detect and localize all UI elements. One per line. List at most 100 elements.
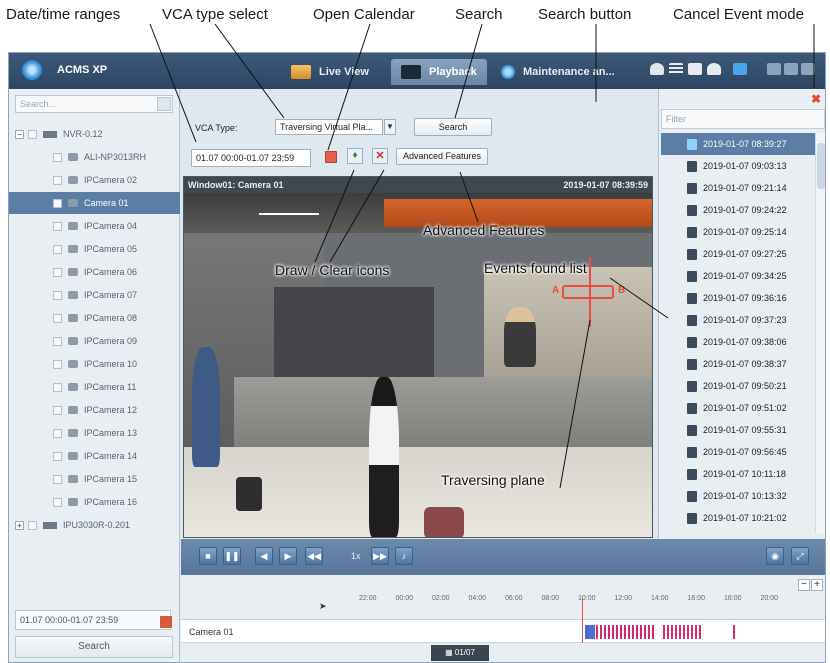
chevron-down-icon[interactable]: ▼ [384,119,396,135]
close-window-icon[interactable] [801,63,815,75]
pause-icon[interactable]: ❚❚ [223,547,241,565]
tree-item[interactable]: Camera 01 [9,192,180,214]
minimize-icon[interactable] [767,63,781,75]
fast-icon[interactable]: ▶▶ [371,547,389,565]
tree-item[interactable]: IPCamera 05 [9,238,180,260]
event-item[interactable]: 2019-01-07 10:13:32 [661,485,825,507]
checkbox[interactable] [53,497,62,507]
checkbox[interactable] [53,405,62,415]
checkbox[interactable] [53,198,62,208]
tree-item[interactable]: − NVR-0.12 [9,123,180,145]
layout-icon[interactable] [688,63,702,75]
event-item[interactable]: 2019-01-07 08:39:27 [661,133,825,155]
checkbox[interactable] [53,451,62,461]
tree-item[interactable]: ALI-NP3013RH [9,146,180,168]
zoom-in-icon[interactable]: + [811,579,823,591]
tree-item[interactable]: IPCamera 16 [9,491,180,513]
timeline-cursor[interactable] [582,597,583,643]
tab-playback[interactable]: Playback [391,59,487,85]
vca-search-button[interactable]: Search [414,118,492,136]
collapse-icon[interactable]: − [15,129,24,139]
event-item[interactable]: 2019-01-07 09:36:16 [661,287,825,309]
vca-type-select[interactable]: Traversing Virtual Pla... [275,119,383,135]
info-icon[interactable] [733,63,747,75]
user-icon[interactable] [707,63,721,75]
checkbox[interactable] [53,474,62,484]
search-icon[interactable] [157,97,171,111]
checkbox[interactable] [53,152,62,162]
checkbox[interactable] [28,520,37,530]
event-item[interactable]: 2019-01-07 09:37:23 [661,309,825,331]
event-item[interactable]: 2019-01-07 09:34:25 [661,265,825,287]
tree-item[interactable]: IPCamera 10 [9,353,180,375]
event-item[interactable]: 2019-01-07 09:55:31 [661,419,825,441]
checkbox[interactable] [53,267,62,277]
events-scrollbar[interactable] [815,133,825,533]
checkbox[interactable] [53,382,62,392]
checkbox[interactable] [53,290,62,300]
filter-input[interactable]: Filter [661,109,825,129]
scrollbar-thumb[interactable] [817,143,825,189]
step-back-icon[interactable]: ◀ [255,547,273,565]
event-item[interactable]: 2019-01-07 09:51:02 [661,397,825,419]
tree-item[interactable]: IPCamera 02 [9,169,180,191]
checkbox[interactable] [53,221,62,231]
tree-item[interactable]: IPCamera 14 [9,445,180,467]
event-item[interactable]: 2019-01-07 09:03:13 [661,155,825,177]
tree-item[interactable]: IPCamera 15 [9,468,180,490]
advanced-features-button[interactable]: Advanced Features [396,148,488,165]
tree-item[interactable]: IPCamera 13 [9,422,180,444]
left-search-button[interactable]: Search [15,636,173,658]
draw-icon[interactable]: ♦ [347,148,363,164]
expand-icon[interactable]: + [15,520,24,530]
checkbox[interactable] [53,313,62,323]
tab-live-view[interactable]: Live View [281,59,379,85]
clear-icon[interactable]: ✕ [372,148,388,164]
calendar-icon[interactable] [160,616,172,628]
event-item[interactable]: 2019-01-07 09:21:14 [661,177,825,199]
event-item[interactable]: 2019-01-07 09:24:22 [661,199,825,221]
tab-maintenance[interactable]: Maintenance an... [491,59,625,85]
event-item[interactable]: 2019-01-07 09:27:25 [661,243,825,265]
tree-item[interactable]: + IPU3030R-0.201 [9,514,180,536]
checkbox[interactable] [53,336,62,346]
event-item[interactable]: 2019-01-07 09:56:45 [661,441,825,463]
checkbox[interactable] [53,359,62,369]
timeline-date[interactable]: ▦ 01/07 [431,645,489,661]
tree-item[interactable]: IPCamera 11 [9,376,180,398]
checkbox[interactable] [53,244,62,254]
zoom-out-icon[interactable]: − [798,579,810,591]
date-time-range-field[interactable]: 01.07 00:00-01.07 23:59 [191,149,311,167]
maximize-icon[interactable] [784,63,798,75]
timeline-track[interactable] [181,619,825,643]
tree-item[interactable]: IPCamera 08 [9,307,180,329]
volume-icon[interactable]: ♪ [395,547,413,565]
checkbox[interactable] [53,175,62,185]
cancel-icon[interactable]: ✖ [811,92,821,106]
stop-icon[interactable]: ■ [199,547,217,565]
timeline[interactable]: − + ➤ 22:00 00:00 02:00 04:00 06:00 08:00 10:0… [181,575,825,662]
tree-item[interactable]: IPCamera 07 [9,284,180,306]
camera-snapshot-icon[interactable]: ◉ [766,547,784,565]
menu-icon[interactable] [669,63,683,75]
event-item[interactable]: 2019-01-07 10:21:02 [661,507,825,529]
tree-item[interactable]: IPCamera 12 [9,399,180,421]
slow-icon[interactable]: ◀◀ [305,547,323,565]
event-item[interactable]: 2019-01-07 10:11:18 [661,463,825,485]
event-item[interactable]: 2019-01-07 09:38:37 [661,353,825,375]
device-search-input[interactable]: Search... [15,95,173,113]
fullscreen-icon[interactable]: ⤢ [791,547,809,565]
video-window[interactable]: A B Window01: Camera 01 2019-01-07 08:39… [183,176,653,538]
event-item[interactable]: 2019-01-07 09:50:21 [661,375,825,397]
checkbox[interactable] [53,428,62,438]
tree-item[interactable]: IPCamera 04 [9,215,180,237]
left-date-range-field[interactable]: 01.07 00:00-01.07 23:59 [15,610,171,630]
calendar-icon[interactable] [325,151,337,163]
event-item[interactable]: 2019-01-07 09:25:14 [661,221,825,243]
checkbox[interactable] [28,129,37,139]
cloud-icon[interactable] [650,63,664,75]
step-forward-icon[interactable]: ▶ [279,547,297,565]
tree-item[interactable]: IPCamera 06 [9,261,180,283]
event-item[interactable]: 2019-01-07 09:38:06 [661,331,825,353]
tree-item[interactable]: IPCamera 09 [9,330,180,352]
